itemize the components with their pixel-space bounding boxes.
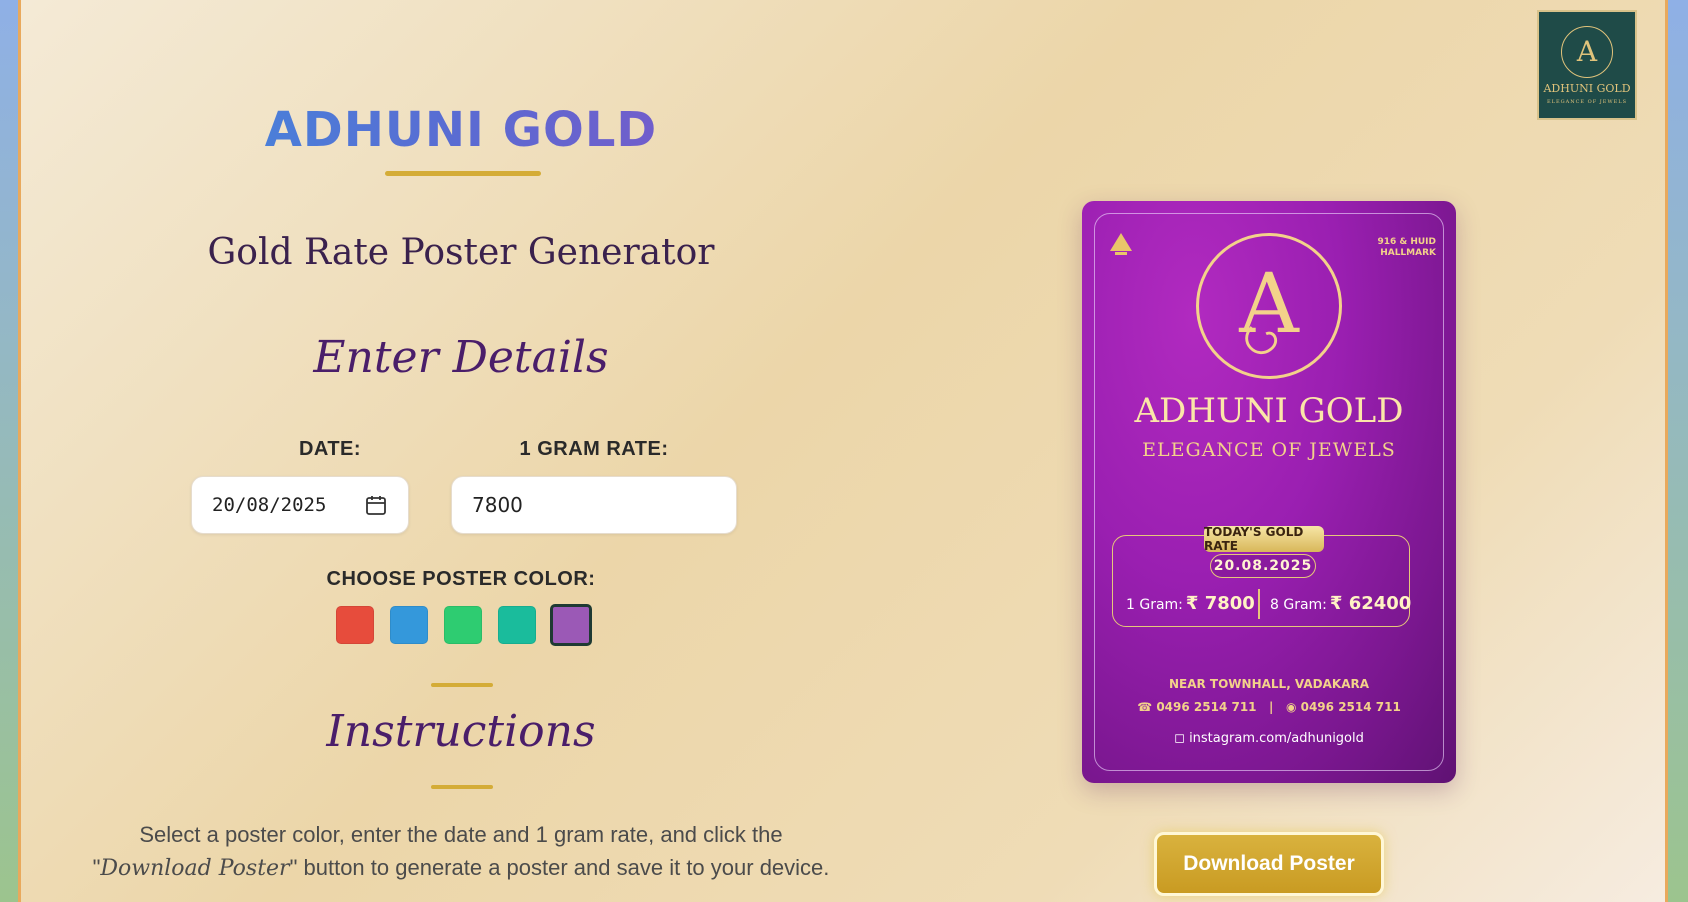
color-swatch-purple[interactable] (550, 604, 592, 646)
instagram-icon: ◻ (1174, 731, 1190, 746)
brand-logo: A ADHUNI GOLD ELEGANCE OF JEWELS (1537, 10, 1637, 120)
color-swatch-teal[interactable] (498, 606, 536, 644)
date-value: 20/08/2025 (212, 494, 327, 516)
date-label: DATE: (298, 438, 362, 460)
poster-brand: ADHUNI GOLD (1134, 391, 1404, 431)
calendar-icon[interactable] (364, 493, 388, 517)
color-swatch-green[interactable] (444, 606, 482, 644)
poster-monogram-icon: A (1196, 233, 1342, 379)
poster-gram8: 8 Gram: ₹ 62400 (1270, 593, 1412, 614)
hallmark-text: 916 & HUID HALLMARK (1377, 237, 1436, 258)
instructions-divider-top (431, 683, 493, 687)
details-heading: Enter Details (313, 332, 609, 383)
poster-preview: 916 & HUID HALLMARK A ADHUNI GOLD ELEGAN… (1082, 201, 1456, 783)
instructions-heading: Instructions (326, 706, 596, 757)
poster-phone: ☎ 0496 2514 711 | ◉ 0496 2514 711 (1137, 700, 1401, 714)
poster-rate-title: TODAY'S GOLD RATE (1204, 525, 1324, 553)
title-divider (385, 171, 541, 176)
color-swatch-blue[interactable] (390, 606, 428, 644)
rate-value: 7800 (472, 493, 523, 517)
logo-name: ADHUNI GOLD (1543, 81, 1631, 95)
color-swatch-red[interactable] (336, 606, 374, 644)
color-label: CHOOSE POSTER COLOR: (326, 568, 596, 590)
logo-monogram-icon: A (1561, 25, 1613, 78)
poster-instagram: ◻ instagram.com/adhunigold (1174, 731, 1364, 746)
instructions-text: Select a poster color, enter the date an… (92, 822, 830, 881)
hallmark-icon (1110, 233, 1132, 255)
page-subtitle: Gold Rate Poster Generator (207, 232, 715, 273)
rate-input[interactable]: 7800 (451, 476, 737, 534)
date-input[interactable]: 20/08/2025 (191, 476, 409, 534)
page-background: A ADHUNI GOLD ELEGANCE OF JEWELS ADHUNI … (18, 0, 1668, 902)
logo-tagline: ELEGANCE OF JEWELS (1546, 98, 1627, 105)
poster-tagline: ELEGANCE OF JEWELS (1142, 439, 1396, 461)
instructions-divider-bottom (431, 785, 493, 789)
poster-gram1: 1 Gram: ₹ 7800 (1126, 593, 1255, 614)
poster-address: NEAR TOWNHALL, VADAKARA (1168, 677, 1370, 691)
poster-date: 20.08.2025 (1210, 554, 1316, 578)
download-poster-button[interactable]: Download Poster (1154, 832, 1384, 896)
poster-rate-separator (1258, 589, 1260, 619)
rate-label: 1 GRAM RATE: (519, 438, 669, 460)
page-title: ADHUNI GOLD (51, 102, 871, 158)
